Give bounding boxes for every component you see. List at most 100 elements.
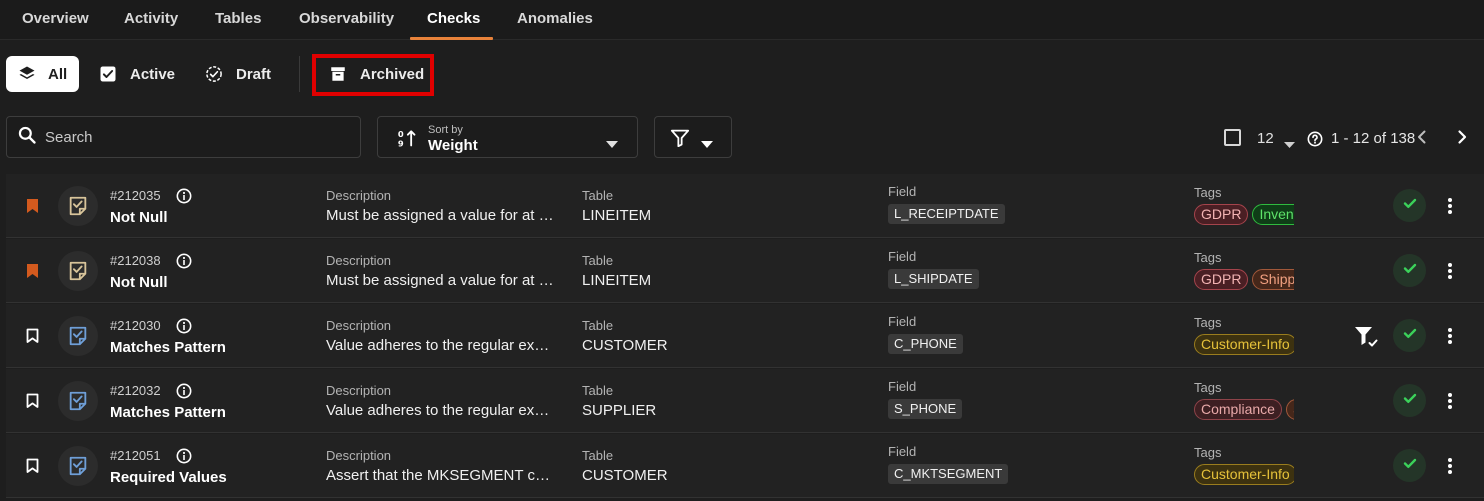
table-label: Table [582,448,614,463]
status-active-button[interactable] [1393,189,1426,222]
field-chip: C_PHONE [888,334,963,354]
more-options-icon[interactable] [1440,455,1460,477]
tag-chip: Supplier [1285,399,1294,420]
description-value: Value adheres to the regular expression … [326,337,556,354]
checkmark-icon [1402,195,1418,216]
tags-label: Tags [1194,250,1222,265]
tab-activity[interactable]: Activity [124,0,178,40]
more-options-icon[interactable] [1440,195,1460,217]
draft-check-icon [204,64,224,84]
check-id: #212035 [110,188,161,203]
per-page-select[interactable]: 12 [1257,130,1274,147]
table-label: Table [582,188,614,203]
status-active-button[interactable] [1393,449,1426,482]
tags-list: GDPRShipping [1194,269,1294,291]
field-chip: L_RECEIPTDATE [888,204,1005,224]
status-divider [299,56,300,92]
table-label: Table [582,253,614,268]
check-row[interactable]: #212030 Matches Pattern Description Value a… [6,304,1484,368]
bookmark-outline-icon[interactable] [26,393,39,414]
description-value: Assert that the MKSEGMENT column contain… [326,467,556,484]
filter-active-label: Active [130,65,176,83]
filter-dropdown-button[interactable] [654,116,732,158]
previous-page-button[interactable] [1414,129,1430,150]
status-active-button[interactable] [1393,384,1426,417]
info-icon[interactable] [176,383,192,404]
sort-dropdown[interactable]: 09 Sort by Weight [377,116,638,158]
field-label: Field [888,314,917,329]
field-chip: S_PHONE [888,399,963,419]
table-label: Table [582,318,614,333]
check-row[interactable]: #212035 Not Null Description Must be assign… [6,174,1484,238]
more-options-icon[interactable] [1440,260,1460,282]
field-label: Field [888,444,917,459]
check-name[interactable]: Matches Pattern [110,339,226,356]
check-name[interactable]: Not Null [110,209,168,226]
bookmark-filled-icon[interactable] [26,263,39,284]
check-row[interactable]: #212038 Not Null Description Must be assign… [6,239,1484,303]
tags-list: ComplianceSupplier [1194,399,1294,421]
bookmark-outline-icon[interactable] [26,328,39,349]
bookmark-filled-icon[interactable] [26,198,39,219]
check-name[interactable]: Required Values [110,469,227,486]
field-label: Field [888,184,917,199]
check-id: #212051 [110,448,161,463]
tab-checks[interactable]: Checks [427,0,480,40]
checkbox-checked-icon [98,64,118,84]
tab-observability[interactable]: Observability [299,0,394,40]
help-circle-icon[interactable] [1307,131,1323,152]
filter-draft-button[interactable]: Draft [192,56,283,92]
tags-list: GDPRInventory [1194,204,1294,226]
check-name[interactable]: Matches Pattern [110,404,226,421]
info-icon[interactable] [176,448,192,469]
description-label: Description [326,188,392,203]
tab-anomalies[interactable]: Anomalies [517,0,593,40]
checkmark-icon [1402,390,1418,411]
checkmark-icon [1402,260,1418,281]
checkmark-icon [1402,325,1418,346]
search-input[interactable] [45,128,345,146]
more-options-icon[interactable] [1440,390,1460,412]
info-icon[interactable] [176,318,192,339]
next-page-button[interactable] [1454,129,1470,150]
search-icon [17,125,37,150]
check-row[interactable]: #212051 Required Values Description Assert … [6,434,1484,498]
filter-all-button[interactable]: All [6,56,79,92]
description-label: Description [326,318,392,333]
field-label: Field [888,249,917,264]
status-active-button[interactable] [1393,254,1426,287]
layers-icon [18,64,36,84]
check-type-icon [58,446,98,486]
bookmark-outline-icon[interactable] [26,458,39,479]
select-all-checkbox[interactable] [1224,129,1241,146]
check-type-icon [58,381,98,421]
search-box[interactable] [6,116,361,158]
info-icon[interactable] [176,253,192,274]
chevron-down-icon [606,135,618,153]
tab-tables[interactable]: Tables [215,0,261,40]
sort-by-label: Sort by [428,124,463,136]
tab-overview[interactable]: Overview [22,0,89,40]
filter-check-icon [1354,326,1378,353]
status-active-button[interactable] [1393,319,1426,352]
more-options-icon[interactable] [1440,325,1460,347]
filter-draft-label: Draft [236,65,272,83]
filter-active-button[interactable]: Active [86,56,187,92]
table-value: CUSTOMER [582,337,668,354]
description-label: Description [326,383,392,398]
tag-chip: Shipping [1252,269,1294,290]
table-value: LINEITEM [582,207,652,224]
tags-list: Customer-Info [1194,334,1294,356]
filter-funnel-icon [670,129,690,152]
check-name[interactable]: Not Null [110,274,168,291]
chevron-down-icon[interactable] [1284,135,1295,153]
table-value: LINEITEM [582,272,652,289]
check-row[interactable]: #212032 Matches Pattern Description Value a… [6,369,1484,433]
chevron-down-icon [701,135,713,153]
checkmark-icon [1402,455,1418,476]
tags-label: Tags [1194,185,1222,200]
table-label: Table [582,383,614,398]
info-icon[interactable] [176,188,192,209]
description-value: Value adheres to the regular expression … [326,402,556,419]
description-value: Must be assigned a value for at least on… [326,207,556,224]
